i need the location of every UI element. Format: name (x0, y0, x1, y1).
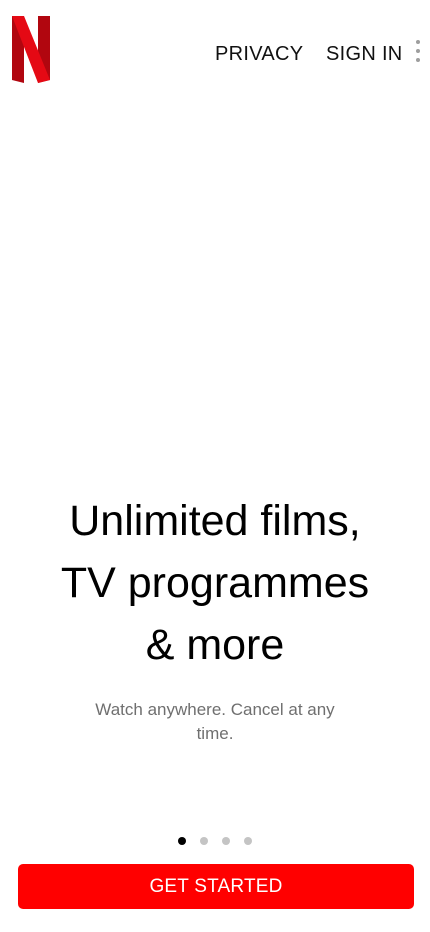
headline-line-1: Unlimited films, (69, 497, 361, 545)
page-dot-4[interactable] (244, 837, 252, 845)
netflix-logo-icon (12, 16, 50, 83)
page-dot-2[interactable] (200, 837, 208, 845)
hero-headline: Unlimited films, TV programmes & more (20, 490, 410, 676)
page-dot-1[interactable] (178, 837, 186, 845)
sign-in-link[interactable]: SIGN IN (326, 40, 403, 68)
headline-line-3: & more (145, 621, 285, 669)
page-dot-3[interactable] (222, 837, 230, 845)
headline-line-2: TV programmes (60, 559, 370, 607)
page-indicator (0, 837, 430, 845)
top-bar: PRIVACY SIGN IN (0, 0, 430, 100)
hero-subtext: Watch anywhere. Cancel at any time. (95, 700, 335, 743)
privacy-link[interactable]: PRIVACY (215, 40, 303, 68)
hero-section: Unlimited films, TV programmes & more Wa… (20, 490, 410, 746)
onboarding-screen: PRIVACY SIGN IN Unlimited films, TV prog… (0, 0, 430, 932)
more-options-icon[interactable] (411, 40, 425, 66)
get-started-button[interactable]: GET STARTED (18, 864, 414, 909)
